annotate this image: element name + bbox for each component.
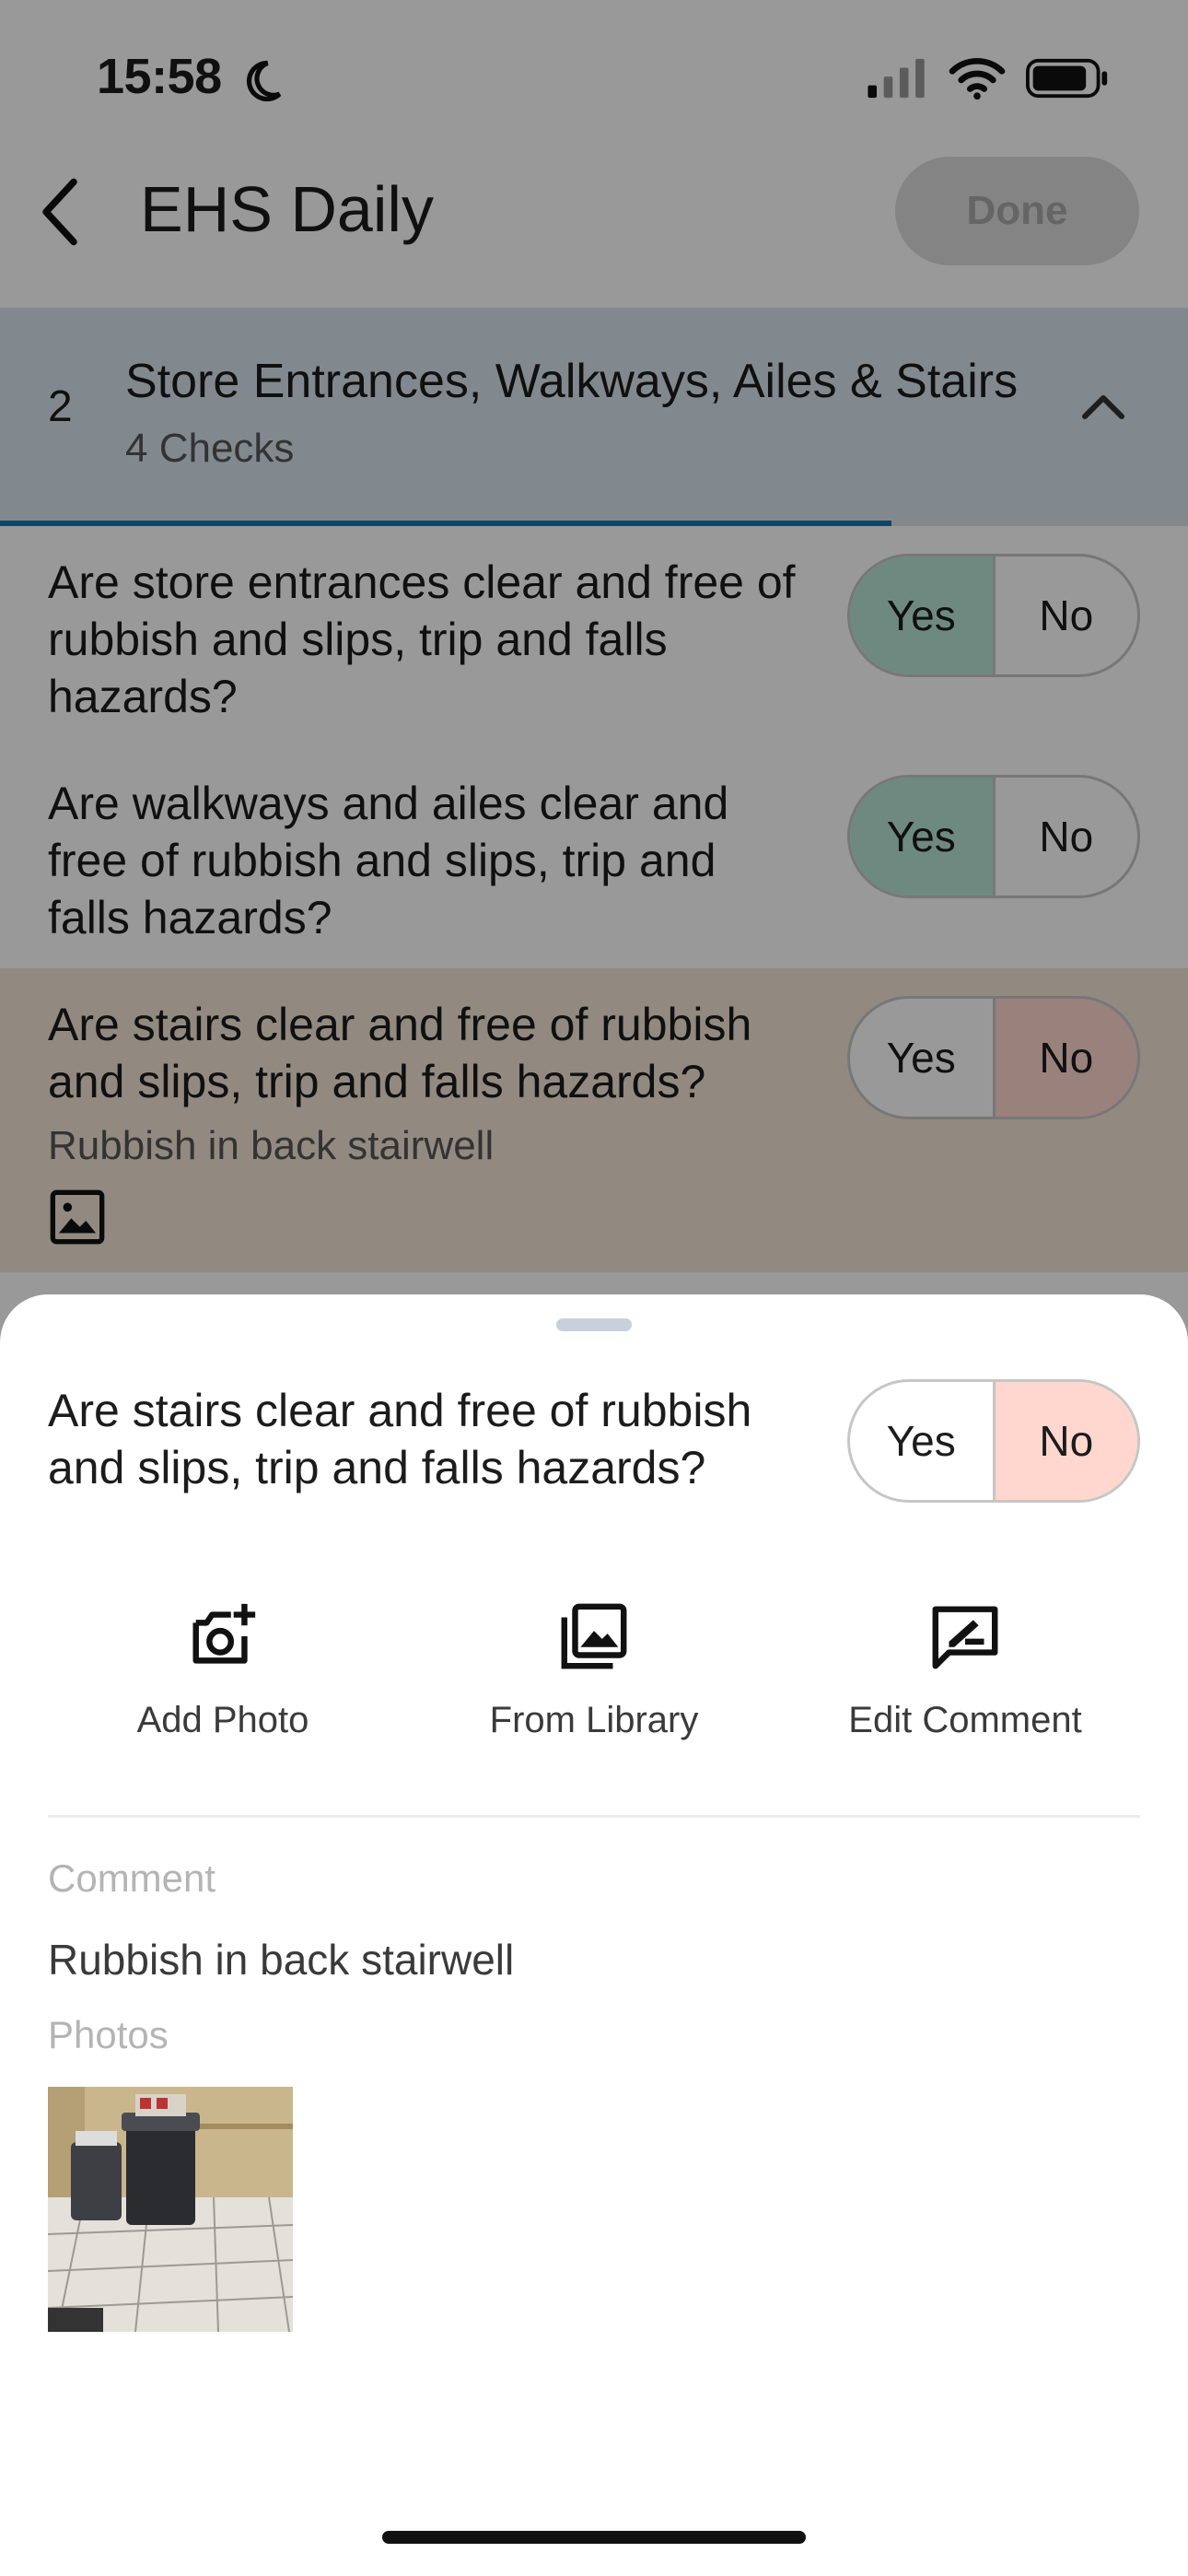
- add-photo-icon: [192, 1603, 256, 1664]
- sheet-yes-no-toggle: Yes No: [847, 1379, 1140, 1503]
- photo-library-icon: [561, 1603, 627, 1669]
- stairwell-photo: [48, 2087, 293, 2332]
- edit-comment-button[interactable]: Edit Comment: [790, 1598, 1140, 1783]
- no-option[interactable]: No: [995, 1382, 1137, 1500]
- sheet-grabber-handle[interactable]: [556, 1318, 632, 1331]
- home-indicator[interactable]: [382, 2531, 806, 2544]
- comment-heading: Comment: [48, 1856, 216, 1900]
- bottom-sheet: Are stairs clear and free of rubbish and…: [0, 1294, 1188, 2576]
- edit-comment-label: Edit Comment: [848, 1700, 1082, 1740]
- add-photo-label: Add Photo: [136, 1700, 309, 1740]
- comment-text: Rubbish in back stairwell: [48, 1936, 515, 1984]
- from-library-label: From Library: [489, 1700, 699, 1740]
- photos-heading: Photos: [48, 2013, 169, 2056]
- sheet-question-text: Are stairs clear and free of rubbish and…: [48, 1385, 752, 1493]
- divider: [48, 1815, 1140, 1818]
- photo-thumbnail[interactable]: [48, 2087, 293, 2332]
- yes-option[interactable]: Yes: [850, 1382, 996, 1500]
- add-photo-button[interactable]: Add Photo: [48, 1598, 398, 1783]
- from-library-button[interactable]: From Library: [419, 1598, 769, 1783]
- edit-comment-icon: [932, 1606, 998, 1669]
